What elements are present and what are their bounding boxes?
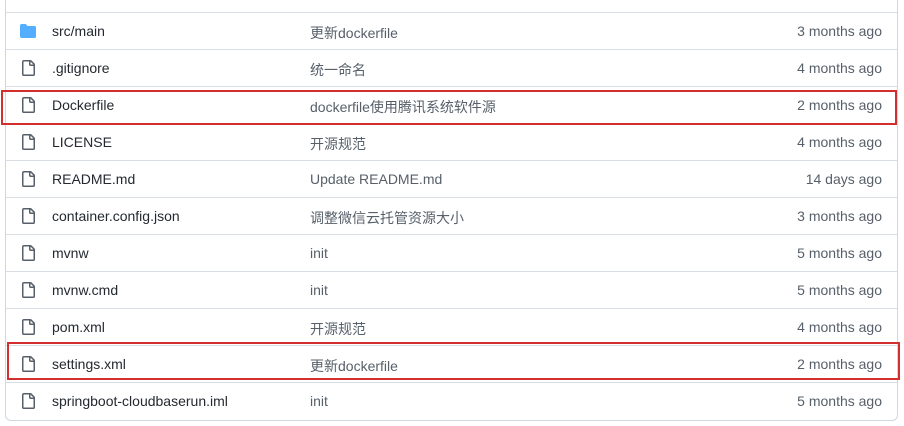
file-icon	[22, 60, 35, 76]
file-name-link[interactable]: springboot-cloudbaserun.iml	[52, 393, 228, 409]
file-row[interactable]: springboot-cloudbaserun.iml init 5 month…	[6, 382, 897, 419]
commit-message-link[interactable]: init	[310, 393, 328, 409]
commit-age: 3 months ago	[797, 23, 882, 39]
file-icon	[22, 134, 35, 150]
file-icon	[22, 97, 35, 113]
file-name-link[interactable]: .gitignore	[52, 60, 110, 76]
file-row[interactable]: src/main 更新dockerfile 3 months ago	[6, 12, 897, 49]
commit-message-link[interactable]: 开源规范	[310, 134, 366, 154]
file-row[interactable]: LICENSE 开源规范 4 months ago	[6, 123, 897, 160]
file-name-link[interactable]: mvnw	[52, 245, 89, 261]
file-icon	[22, 356, 35, 372]
commit-age: 4 months ago	[797, 319, 882, 335]
file-row[interactable]: Dockerfile dockerfile使用腾讯系统软件源 2 months …	[6, 86, 897, 123]
file-name-link[interactable]: mvnw.cmd	[52, 282, 118, 298]
commit-age: 5 months ago	[797, 282, 882, 298]
folder-icon	[20, 24, 36, 38]
file-list: src/main 更新dockerfile 3 months ago .giti…	[5, 0, 898, 421]
commit-age: 4 months ago	[797, 60, 882, 76]
commit-message-link[interactable]: dockerfile使用腾讯系统软件源	[310, 97, 496, 117]
file-row[interactable]: mvnw init 5 months ago	[6, 234, 897, 271]
commit-message-link[interactable]: 更新dockerfile	[310, 23, 398, 43]
commit-age: 5 months ago	[797, 393, 882, 409]
file-name-link[interactable]: settings.xml	[52, 356, 126, 372]
file-row[interactable]: settings.xml 更新dockerfile 2 months ago	[6, 345, 897, 382]
commit-message-link[interactable]: Update README.md	[310, 171, 442, 187]
commit-message-link[interactable]: 开源规范	[310, 319, 366, 339]
commit-message-link[interactable]: init	[310, 245, 328, 261]
commit-message-link[interactable]: 统一命名	[310, 60, 366, 80]
commit-message-link[interactable]: 调整微信云托管资源大小	[310, 208, 464, 228]
commit-age: 5 months ago	[797, 245, 882, 261]
file-row[interactable]: mvnw.cmd init 5 months ago	[6, 271, 897, 308]
commit-age: 4 months ago	[797, 134, 882, 150]
file-name-link[interactable]: pom.xml	[52, 319, 105, 335]
file-name-link[interactable]: README.md	[52, 171, 135, 187]
file-icon	[22, 171, 35, 187]
commit-age: 14 days ago	[805, 171, 882, 187]
commit-message-link[interactable]: init	[310, 282, 328, 298]
file-row[interactable]: pom.xml 开源规范 4 months ago	[6, 308, 897, 345]
file-name-link[interactable]: Dockerfile	[52, 97, 114, 113]
file-row[interactable]: container.config.json 调整微信云托管资源大小 3 mont…	[6, 197, 897, 234]
commit-age: 2 months ago	[797, 356, 882, 372]
file-name-link[interactable]: container.config.json	[52, 208, 180, 224]
file-icon	[22, 393, 35, 409]
commit-message-link[interactable]: 更新dockerfile	[310, 356, 398, 376]
file-row[interactable]: README.md Update README.md 14 days ago	[6, 160, 897, 197]
file-name-link[interactable]: src/main	[52, 23, 105, 39]
file-icon	[22, 245, 35, 261]
commit-age: 3 months ago	[797, 208, 882, 224]
file-icon	[22, 282, 35, 298]
file-icon	[22, 319, 35, 335]
file-name-link[interactable]: LICENSE	[52, 134, 112, 150]
file-row[interactable]: .gitignore 统一命名 4 months ago	[6, 49, 897, 86]
file-icon	[22, 208, 35, 224]
commit-age: 2 months ago	[797, 97, 882, 113]
